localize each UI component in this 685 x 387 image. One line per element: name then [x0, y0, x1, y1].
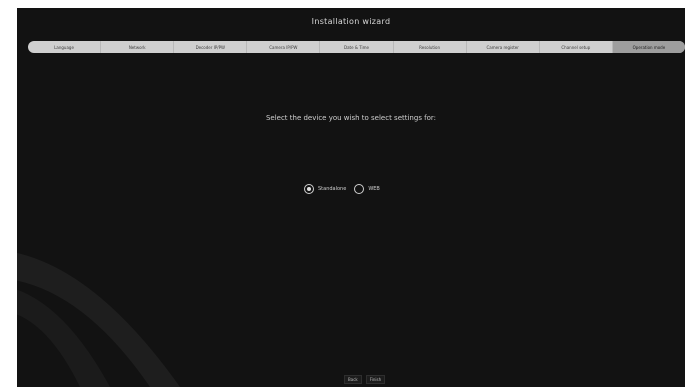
step-camera-ip[interactable]: Camera IP/PW	[247, 41, 321, 53]
step-resolution[interactable]: Resolution	[394, 41, 467, 53]
option-standalone-label: Standalone	[318, 186, 347, 192]
step-camera-register[interactable]: Camera register	[467, 41, 540, 53]
step-network[interactable]: Network	[101, 41, 175, 53]
device-select-prompt: Select the device you wish to select set…	[265, 114, 437, 122]
option-standalone[interactable]: Standalone	[304, 184, 346, 194]
back-button[interactable]: Back	[344, 375, 362, 384]
wizard-footer: Back Finish	[344, 375, 386, 384]
wizard-screen: Installation wizard Language Network Dec…	[17, 8, 685, 387]
option-web-label: WEB	[368, 186, 380, 192]
finish-button[interactable]: Finish	[365, 375, 386, 384]
option-web[interactable]: WEB	[354, 184, 380, 194]
step-operation-mode[interactable]: Operation mode	[612, 41, 685, 53]
window-title: Installation wizard	[311, 17, 391, 26]
step-date-time[interactable]: Date & Time	[320, 41, 394, 53]
radio-web[interactable]	[354, 184, 365, 194]
step-bar: Language Network Decoder IP/PW Camera IP…	[28, 41, 685, 53]
radio-standalone[interactable]	[304, 184, 314, 194]
step-language[interactable]: Language	[28, 41, 102, 53]
device-options: Standalone WEB	[304, 184, 380, 194]
radio-selected-dot	[307, 187, 311, 191]
step-channel-setup[interactable]: Channel setup	[540, 41, 613, 53]
step-decoder-ip[interactable]: Decoder IP/PW	[174, 41, 248, 53]
